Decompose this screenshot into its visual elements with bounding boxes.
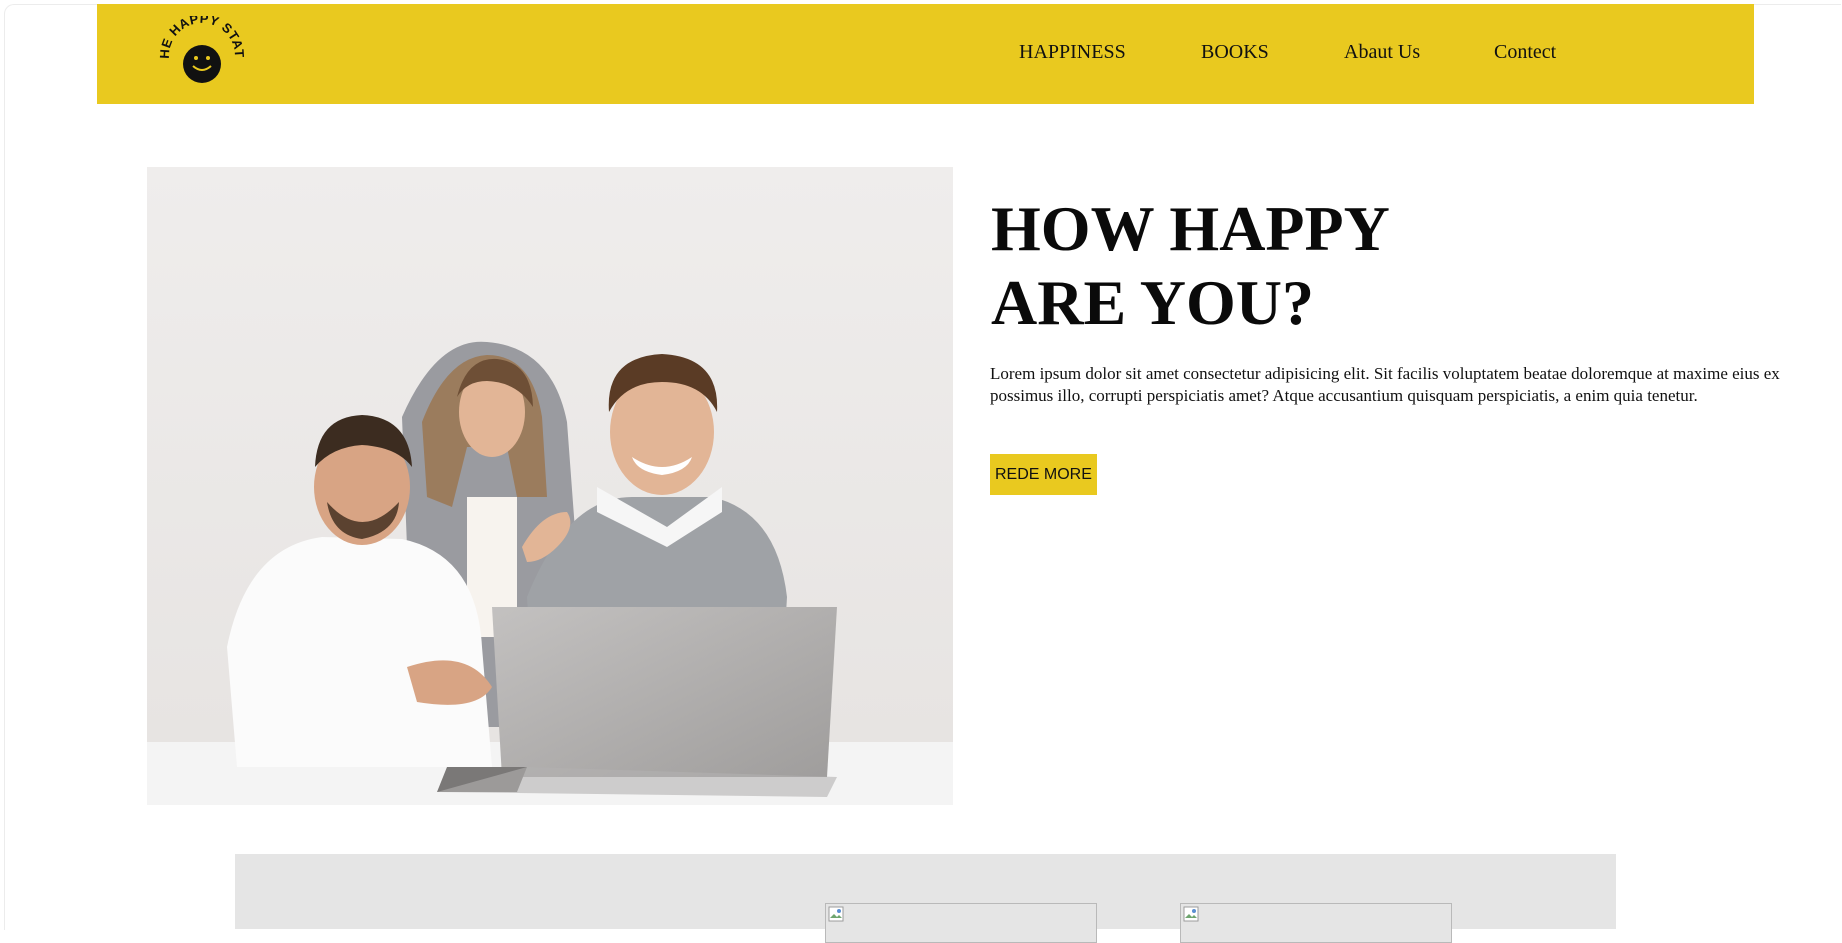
hero-title: HOW HAPPY ARE YOU? (991, 192, 1491, 340)
hero-title-line-2: ARE YOU? (991, 267, 1314, 338)
nav-item-books[interactable]: BOOKS (1201, 41, 1269, 64)
gallery-image-2[interactable] (1180, 903, 1452, 943)
broken-image-icon (1183, 906, 1199, 922)
gallery-section (235, 854, 1616, 943)
nav-item-about-us[interactable]: Abaut Us (1344, 41, 1420, 64)
read-more-button[interactable]: REDE MORE (990, 454, 1097, 495)
gallery-image-1[interactable] (825, 903, 1097, 943)
logo[interactable]: THE HAPPY STATS (152, 4, 247, 86)
hero-title-line-1: HOW HAPPY (991, 193, 1390, 264)
nav-item-contact[interactable]: Contect (1494, 41, 1556, 64)
broken-image-icon (828, 906, 844, 922)
navbar: THE HAPPY STATS HAPPINESS BOOKS Abaut Us… (97, 4, 1754, 104)
team-photo-icon (147, 167, 953, 805)
nav-item-happiness[interactable]: HAPPINESS (1019, 41, 1126, 64)
hero-image (147, 167, 953, 805)
smiley-logo-icon: THE HAPPY STATS (152, 4, 247, 83)
hero-paragraph: Lorem ipsum dolor sit amet consectetur a… (990, 364, 1780, 405)
